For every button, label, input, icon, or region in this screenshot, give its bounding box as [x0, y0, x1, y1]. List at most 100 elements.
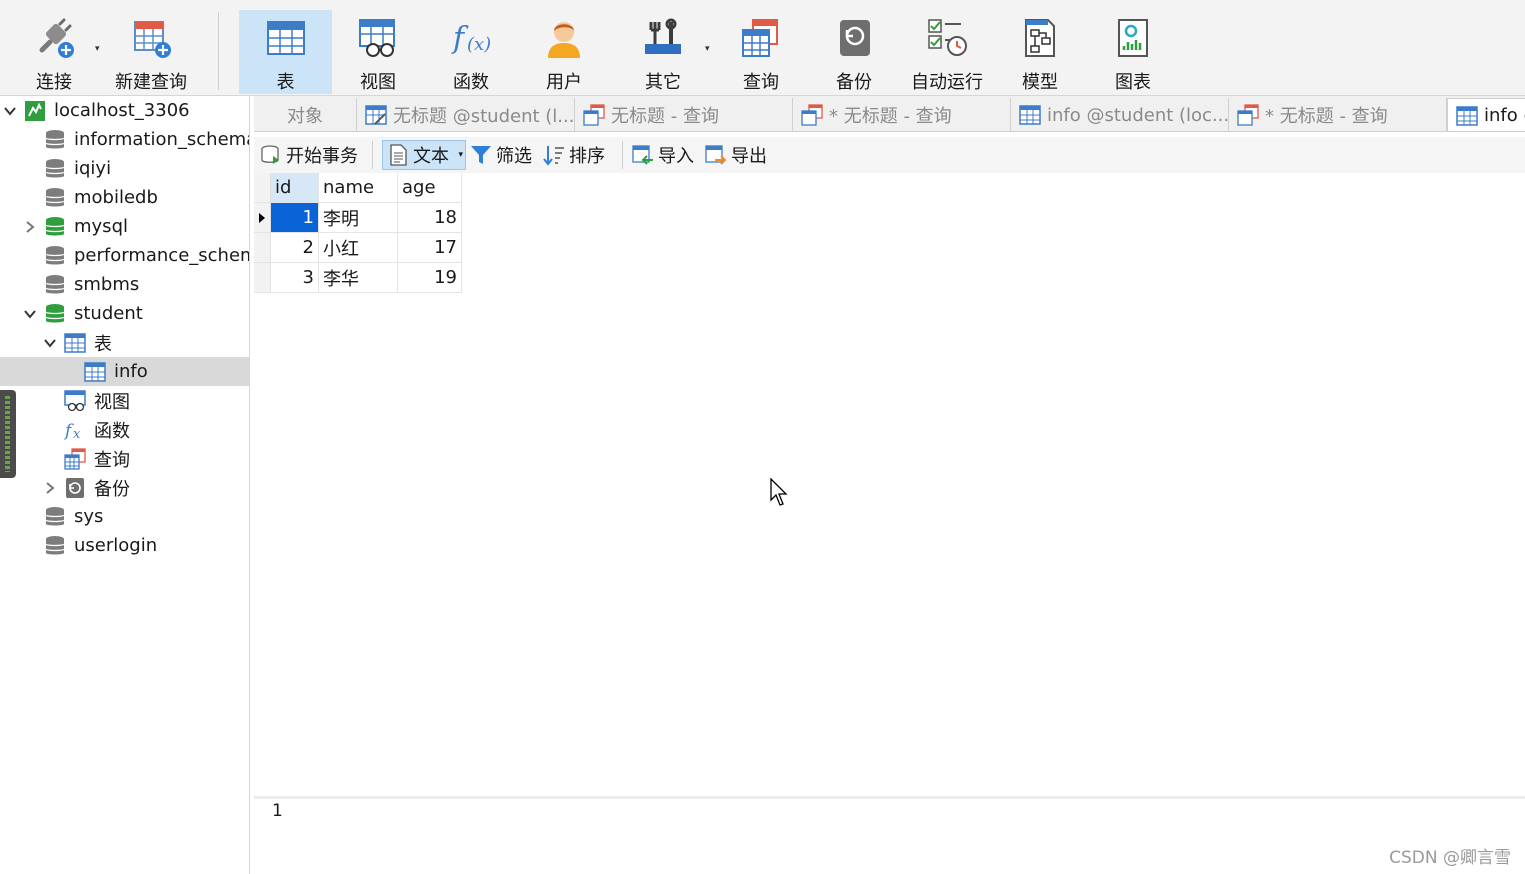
export-button[interactable]: 导出 [705, 140, 767, 170]
query-label: 查询 [743, 72, 779, 93]
text-view-button[interactable]: 文本 ▾ [382, 140, 466, 170]
tree-label: userlogin [74, 535, 158, 556]
tree-db-performance-schema[interactable]: performance_schema [0, 241, 249, 270]
row-indicator [254, 263, 271, 293]
database-icon [44, 187, 66, 209]
current-row-arrow-icon [254, 203, 271, 233]
sort-button[interactable]: 排序 [543, 140, 605, 170]
view-icon [64, 389, 86, 412]
begin-transaction-button[interactable]: 开始事务 [260, 140, 358, 170]
chevron-down-icon[interactable] [42, 335, 58, 351]
other-label: 其它 [645, 72, 681, 93]
tree-db-information-schema[interactable]: information_schema [0, 125, 249, 154]
cell-id[interactable]: 1 [271, 203, 319, 233]
column-header-name[interactable]: name [319, 173, 398, 203]
new-query-button[interactable]: 新建查询 [110, 10, 192, 94]
tree-db-mysql[interactable]: mysql [0, 212, 249, 241]
tree-folder-backups[interactable]: 备份 [0, 473, 249, 502]
other-dropdown-icon[interactable]: ▾ [705, 44, 710, 54]
tree-folder-tables[interactable]: 表 [0, 328, 249, 357]
tree-folder-queries[interactable]: 查询 [0, 444, 249, 473]
tab-untitled-query-1[interactable]: 无标题 - 查询 [575, 98, 793, 131]
tab-label: 无标题 @student (l... [393, 106, 575, 127]
backup-label: 备份 [836, 72, 872, 93]
tab-info-student[interactable]: info @student (loc... [1011, 98, 1229, 131]
tree-db-smbms[interactable]: smbms [0, 270, 249, 299]
other-button[interactable]: 其它 [620, 10, 706, 94]
cell-id[interactable]: 3 [271, 263, 319, 293]
toolbar-separator [372, 141, 373, 169]
tree-db-iqiyi[interactable]: iqiyi [0, 154, 249, 183]
tab-untitled-query-2[interactable]: * 无标题 - 查询 [793, 98, 1011, 131]
user-button[interactable]: 用户 [521, 10, 607, 94]
cell-age[interactable]: 18 [398, 203, 462, 233]
user-icon [542, 16, 586, 60]
new-query-label: 新建查询 [115, 72, 187, 93]
cell-age[interactable]: 17 [398, 233, 462, 263]
query-icon [583, 104, 605, 126]
cell-name[interactable]: 李明 [319, 203, 398, 233]
tree-db-student[interactable]: student [0, 299, 249, 328]
chart-button[interactable]: 图表 [1090, 10, 1176, 94]
tab-label: * 无标题 - 查询 [1265, 106, 1388, 127]
bottom-pane: 1 CSDN @卿言雪 [254, 799, 1525, 874]
import-button[interactable]: 导入 [632, 140, 694, 170]
chevron-right-icon[interactable] [22, 219, 38, 235]
filter-button[interactable]: 筛选 [470, 140, 532, 170]
filter-label: 筛选 [496, 146, 532, 167]
function-button[interactable]: f (x) 函数 [428, 10, 514, 94]
tree-label: info [114, 361, 148, 382]
tab-objects[interactable]: 对象 [254, 98, 357, 131]
backup-button[interactable]: 备份 [811, 10, 897, 94]
database-open-icon [44, 216, 66, 238]
chevron-right-icon[interactable] [42, 480, 58, 496]
cell-name[interactable]: 小红 [319, 233, 398, 263]
tree-db-mobiledb[interactable]: mobiledb [0, 183, 249, 212]
model-icon [1018, 16, 1062, 60]
view-button[interactable]: 视图 [335, 10, 421, 94]
query-icon [1237, 104, 1259, 126]
database-icon [44, 158, 66, 180]
tab-untitled-student[interactable]: 无标题 @student (l... [357, 98, 575, 131]
connection-icon [32, 16, 76, 60]
side-panel-grip[interactable] [0, 390, 16, 478]
tab-info-active[interactable]: info @student (localhost_3306) [1447, 98, 1525, 131]
function-icon: f (x) [449, 16, 493, 60]
table-icon [84, 361, 106, 383]
table-label: 表 [276, 72, 295, 93]
svg-text:(x): (x) [467, 34, 491, 55]
table-edit-icon [365, 105, 387, 125]
column-header-age[interactable]: age [398, 173, 462, 203]
tree-connection-localhost[interactable]: localhost_3306 [0, 96, 249, 125]
tab-untitled-query-3[interactable]: * 无标题 - 查询 [1229, 98, 1447, 131]
tree-folder-functions[interactable]: fx 函数 [0, 415, 249, 444]
table-button[interactable]: 表 [239, 10, 332, 94]
function-label: 函数 [453, 72, 489, 93]
cell-name[interactable]: 李华 [319, 263, 398, 293]
function-icon: fx [64, 419, 86, 441]
connection-button[interactable]: 连接 [14, 10, 94, 94]
query-button[interactable]: 查询 [718, 10, 804, 94]
tree-table-info[interactable]: info [0, 357, 249, 386]
tree-label: sys [74, 506, 104, 527]
automation-button[interactable]: 自动运行 [904, 10, 990, 94]
page-indicator: 1 [272, 801, 283, 821]
cell-age[interactable]: 19 [398, 263, 462, 293]
tree-label: mysql [74, 216, 128, 237]
connection-dropdown-icon[interactable]: ▾ [95, 44, 100, 54]
tree-db-sys[interactable]: sys [0, 502, 249, 531]
text-view-label: 文本 [413, 146, 449, 167]
chevron-down-icon[interactable] [2, 103, 18, 119]
tree-label: 视图 [94, 391, 130, 413]
chevron-down-icon[interactable]: ▾ [458, 150, 463, 160]
user-label: 用户 [546, 72, 582, 93]
model-button[interactable]: 模型 [997, 10, 1083, 94]
tree-label: localhost_3306 [54, 100, 190, 121]
tree-folder-views[interactable]: 视图 [0, 386, 249, 415]
cell-id[interactable]: 2 [271, 233, 319, 263]
view-icon [356, 16, 400, 60]
tree-db-userlogin[interactable]: userlogin [0, 531, 249, 560]
column-header-id[interactable]: id [271, 173, 319, 203]
chevron-down-icon[interactable] [22, 306, 38, 322]
export-icon [705, 144, 727, 166]
